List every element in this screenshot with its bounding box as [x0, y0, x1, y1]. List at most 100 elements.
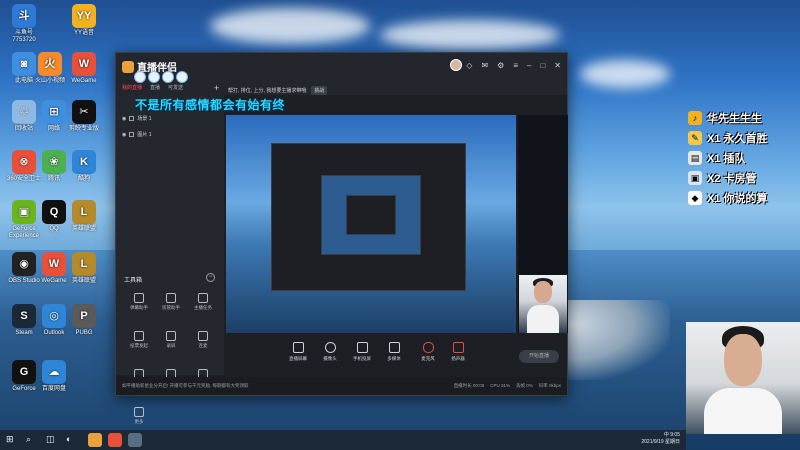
- toolbox-tool[interactable]: 主播任务: [188, 293, 218, 311]
- scene-item[interactable]: ◉ 图片 1: [122, 131, 152, 139]
- menu-icon[interactable]: ≡: [513, 61, 518, 70]
- window-controls: ◇ ✉ ⚙ ≡ – □ ✕: [466, 61, 561, 70]
- camera-button[interactable]: 摄像头: [316, 342, 344, 362]
- tool-icon: [134, 293, 144, 303]
- app-icon: K: [72, 150, 96, 174]
- desktop-icon[interactable]: L 英雄联盟: [64, 252, 104, 285]
- scene-item[interactable]: ◉ 场景 1: [122, 115, 152, 123]
- desktop-icon[interactable]: P PUBG: [64, 304, 104, 337]
- bubble-icon: [148, 71, 160, 83]
- go-live-button[interactable]: 开始直播: [519, 350, 559, 363]
- close-icon[interactable]: ✕: [554, 61, 561, 70]
- tool-label: 投票发起: [130, 343, 148, 348]
- shirt-icon[interactable]: ◇: [466, 61, 472, 70]
- tool-icon: [198, 293, 208, 303]
- nested-window: [346, 195, 396, 235]
- stat-cpu: CPU 31%: [490, 383, 510, 388]
- app-icon: W: [72, 52, 96, 76]
- status-message[interactable]: 如平播助新星业分开启! 开播可参与千元奖励, 每期都有大奖领取: [122, 383, 249, 389]
- screen-capture-button[interactable]: 直播屏幕: [284, 342, 312, 362]
- app-icon: S: [12, 304, 36, 328]
- toolbox-tool[interactable]: 录屏: [156, 331, 186, 349]
- status-bar: 如平播助新星业分开启! 开播可参与千元奖励, 每期都有大奖领取 直播时长 00:…: [116, 377, 567, 395]
- live-companion-taskbar-icon[interactable]: [88, 433, 102, 447]
- obs-taskbar-icon[interactable]: [128, 433, 142, 447]
- toolbox-tool[interactable]: 更多: [124, 407, 154, 425]
- app-icon: ◉: [12, 252, 36, 276]
- face-shape: [534, 281, 552, 303]
- mail-icon[interactable]: ✉: [481, 61, 488, 70]
- toolbox-tool[interactable]: 房管助手: [156, 293, 186, 311]
- desktop-icon[interactable]: 斗斗鱼号 7753720: [4, 4, 44, 44]
- gift-icon: ▤: [688, 151, 702, 165]
- app-icon: ⊗: [12, 150, 36, 174]
- toolbox-tool[interactable]: 投票发起: [124, 331, 154, 349]
- play-icon: [388, 342, 400, 353]
- tool-label: 主播任务: [194, 305, 212, 310]
- app-icon: ▣: [12, 200, 36, 224]
- eye-icon[interactable]: ◉: [122, 116, 126, 122]
- desktop-icon-label: WeGame: [71, 78, 97, 84]
- app-icon: L: [72, 200, 96, 224]
- desktop-icon-label: 酷狗: [77, 176, 90, 182]
- add-icon[interactable]: +: [214, 83, 219, 93]
- lang-indicator[interactable]: 中: [664, 432, 669, 438]
- tool-icon: [134, 331, 144, 341]
- tab-my-live[interactable]: 我的直播: [122, 84, 142, 91]
- preview-camera: [519, 275, 567, 333]
- scene-label: 图片 1: [137, 132, 152, 138]
- app-tabs: 我的直播 直播 可发送: [122, 84, 183, 91]
- tool-icon: [134, 407, 144, 417]
- camera-icon: [324, 342, 336, 353]
- tab-live[interactable]: 直播: [150, 84, 160, 91]
- bubble-icon: [162, 71, 174, 83]
- media-button[interactable]: 多媒体: [380, 342, 408, 362]
- toolbox-tool[interactable]: 连麦: [188, 331, 218, 349]
- settings-icon[interactable]: ⚙: [497, 61, 504, 70]
- tab-sendable[interactable]: 可发送: [168, 84, 183, 91]
- gift-row: ♪ 华先生生生: [688, 108, 800, 128]
- desktop-icon[interactable]: ✂ 剪映专业版: [64, 100, 104, 133]
- edge-icon[interactable]: ◐: [66, 434, 71, 444]
- promo-bar: 帮打, 排位, 上分, 我想要主播求带哦 挑战: [228, 86, 328, 95]
- desktop-icon-sublabel: 7753720: [12, 37, 36, 43]
- desktop-icon-label: 斗鱼号: [14, 30, 33, 36]
- microphone-icon: [422, 342, 434, 353]
- avatar[interactable]: [450, 59, 462, 71]
- desktop-icon[interactable]: L 英雄联盟: [64, 200, 104, 233]
- stat-bitrate: 码率 0kbps: [538, 383, 561, 388]
- speaker-button[interactable]: 扬声器: [444, 342, 472, 362]
- desktop-icon-label: YY语音: [73, 30, 94, 36]
- checkbox[interactable]: [129, 116, 135, 121]
- promo-tag[interactable]: 挑战: [311, 86, 328, 95]
- stat-duration: 直播时长 00:00: [453, 383, 485, 388]
- source-controls: 直播屏幕 摄像头 手机投屏 多媒体 麦克风 扬声器 开始直播: [224, 336, 567, 376]
- phone-cast-button[interactable]: 手机投屏: [348, 342, 376, 362]
- desktop-icon[interactable]: ☁ 百度网盘: [34, 360, 74, 393]
- minimize-icon[interactable]: –: [527, 61, 531, 70]
- windows-start-icon[interactable]: ⊞: [6, 434, 14, 445]
- system-tray[interactable]: 中 9:05 2021/9/19 星期日: [641, 432, 680, 446]
- face-shape: [724, 334, 762, 386]
- toolbox-tool[interactable]: 弹幕助手: [124, 293, 154, 311]
- wegame-taskbar-icon[interactable]: [108, 433, 122, 447]
- desktop-icon[interactable]: W WeGame: [64, 52, 104, 85]
- control-label: 直播屏幕: [289, 356, 307, 361]
- lyrics-subtitle: 不是所有感情都会有始有终: [135, 98, 286, 112]
- task-view-icon[interactable]: ◫: [46, 434, 55, 445]
- taskbar: ⊞ ⌕ ◫ ◐ 中 9:05 2021/9/19 星期日: [0, 430, 686, 450]
- collapse-icon[interactable]: −: [206, 273, 215, 282]
- tool-icon: [166, 331, 176, 341]
- cloud: [580, 60, 670, 88]
- desktop-icon[interactable]: YY YY语音: [64, 4, 104, 37]
- maximize-icon[interactable]: □: [540, 61, 545, 70]
- desktop-icon[interactable]: K 酷狗: [64, 150, 104, 183]
- checkbox[interactable]: [129, 132, 135, 137]
- microphone-button[interactable]: 麦克风: [414, 342, 442, 362]
- tool-label: 录屏: [166, 343, 176, 348]
- search-icon[interactable]: ⌕: [26, 434, 31, 445]
- clock-date: 2021/9/19 星期日: [641, 439, 680, 445]
- eye-icon[interactable]: ◉: [122, 132, 126, 138]
- tool-icon: [198, 331, 208, 341]
- gift-row: ▤ X1 插队: [688, 148, 800, 168]
